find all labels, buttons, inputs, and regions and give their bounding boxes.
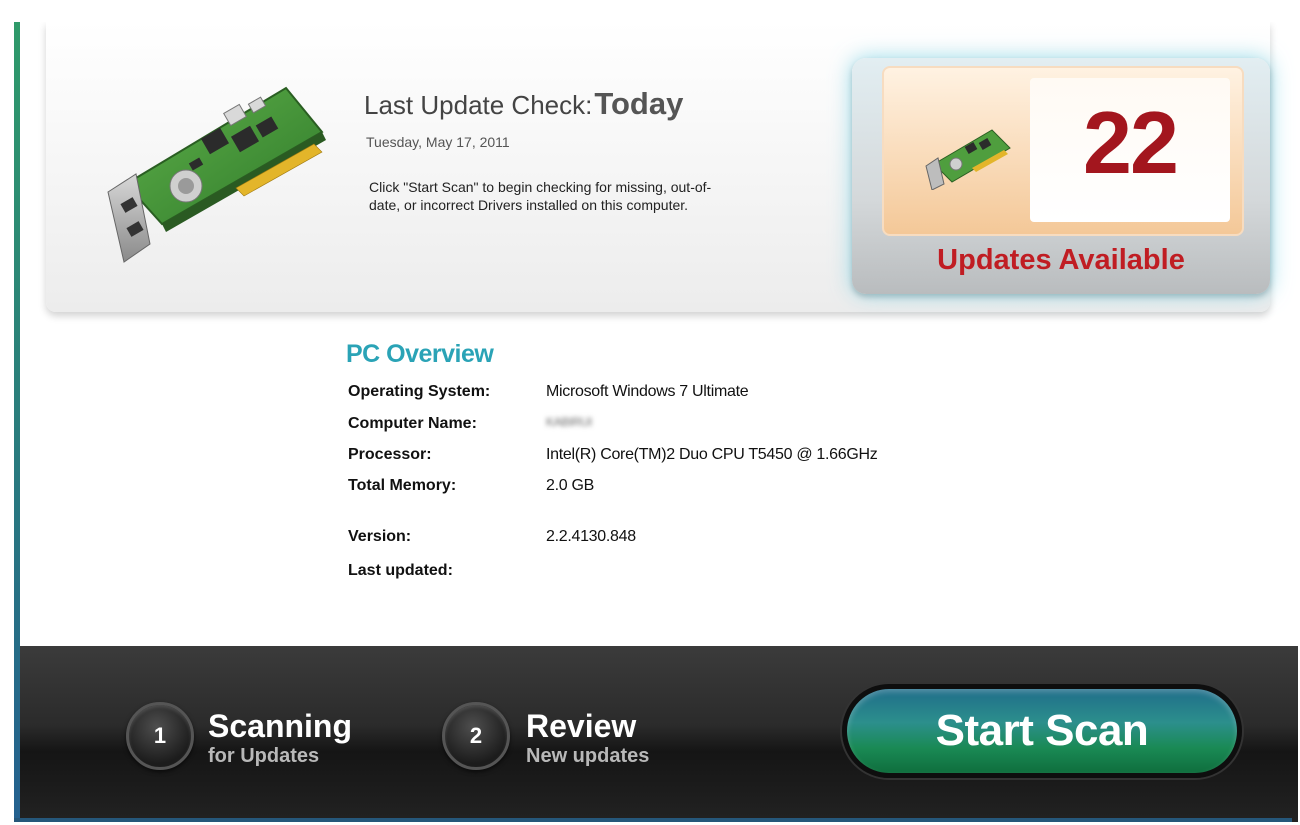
updates-available-badge: 22 Updates Available	[852, 58, 1270, 294]
step-1-subtitle: for Updates	[208, 745, 320, 767]
last-check-value: Today	[594, 86, 684, 121]
network-card-icon	[107, 86, 326, 263]
update-status-panel: Last Update Check:Today Tuesday, May 17,…	[46, 22, 1270, 312]
last-check-label: Last Update Check:	[364, 90, 593, 120]
update-count: 22	[1083, 93, 1179, 192]
footer-bar: 1 Scanning for Updates 2 Review New upda…	[20, 646, 1298, 822]
version-label: Version:	[348, 528, 412, 545]
step-1-title: Scanning	[208, 708, 353, 744]
processor-value: Intel(R) Core(TM)2 Duo CPU T5450 @ 1.66G…	[546, 446, 878, 463]
processor-label: Processor:	[348, 446, 432, 463]
small-network-card-icon	[925, 129, 1011, 190]
step-1-badge: 1	[126, 702, 194, 770]
step-2-subtitle: New updates	[526, 745, 650, 767]
updates-available-label: Updates Available	[937, 244, 1185, 276]
last-check-date: Tuesday, May 17, 2011	[366, 134, 510, 150]
os-label: Operating System:	[348, 383, 491, 400]
app-window: Last Update Check:Today Tuesday, May 17,…	[14, 22, 1298, 822]
total-memory-value: 2.0 GB	[546, 477, 595, 494]
window-bottom-edge	[14, 818, 1292, 822]
version-value: 2.2.4130.848	[546, 528, 636, 545]
last-updated-label: Last updated:	[348, 562, 453, 579]
step-2-title: Review	[526, 708, 637, 744]
last-update-check-heading: Last Update Check:Today	[364, 86, 683, 122]
start-scan-button[interactable]: Start Scan	[842, 684, 1242, 778]
update-count-panel: 22	[1030, 78, 1230, 222]
computer-name-value: KABIRUI	[546, 415, 592, 429]
scan-instructions: Click "Start Scan" to begin checking for…	[369, 179, 712, 213]
step-2-badge: 2	[442, 702, 510, 770]
pc-overview-title: PC Overview	[346, 340, 494, 368]
badge-display: 22	[882, 66, 1244, 236]
computer-name-label: Computer Name:	[348, 415, 477, 432]
os-value: Microsoft Windows 7 Ultimate	[546, 383, 749, 400]
total-memory-label: Total Memory:	[348, 477, 457, 494]
